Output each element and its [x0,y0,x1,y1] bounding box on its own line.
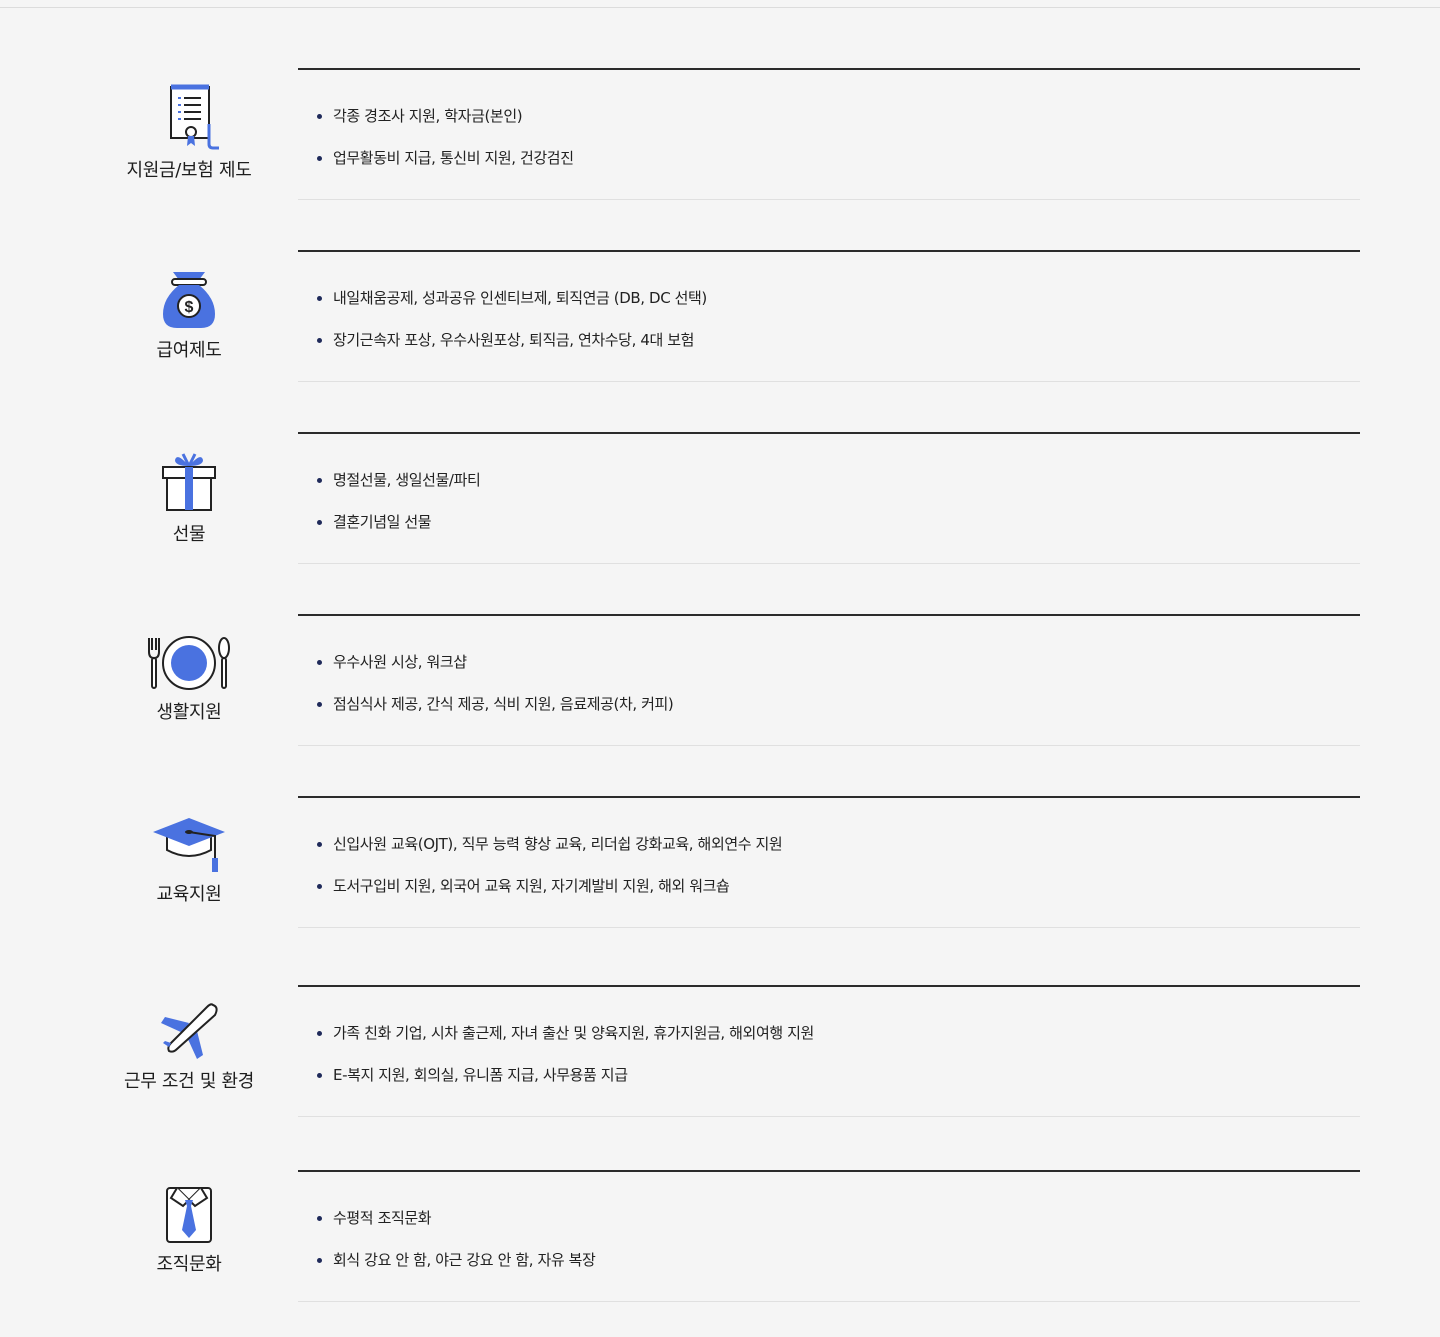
benefit-item: 명절선물, 생일선물/파티 [316,459,481,501]
category-culture: 조직문화 [80,1182,298,1276]
benefit-item: 내일채움공제, 성과공유 인센티브제, 퇴직연금 (DB, DC 선택) [316,277,707,319]
category-education: 교육지원 [80,816,298,906]
airplane-icon [161,1003,218,1059]
benefit-item: 업무활동비 지급, 통신비 지원, 건강검진 [316,137,574,179]
svg-text:$: $ [185,299,194,316]
benefit-item: 가족 친화 기업, 시차 출근제, 자녀 출산 및 양육지원, 휴가지원금, 해… [316,1012,814,1054]
gift-box-icon [162,453,216,511]
benefit-item: 장기근속자 포상, 우수사원포상, 퇴직금, 연차수당, 4대 보험 [316,319,707,361]
benefit-list: 내일채움공제, 성과공유 인센티브제, 퇴직연금 (DB, DC 선택) 장기근… [316,277,707,361]
category-living: 생활지원 [80,634,298,724]
category-title: 교육지원 [156,884,222,905]
shirt-tie-icon [166,1187,212,1243]
benefit-panel: 신입사원 교육(OJT), 직무 능력 향상 교육, 리더쉽 강화교육, 해외연… [298,796,1360,928]
benefit-item: 회식 강요 안 함, 야근 강요 안 함, 자유 복장 [316,1239,596,1281]
graduation-cap-icon [153,818,225,872]
benefit-panel: 명절선물, 생일선물/파티 결혼기념일 선물 [298,432,1360,564]
category-title: 조직문화 [156,1254,222,1275]
category-salary: $ 급여제도 [80,268,298,362]
benefit-list: 신입사원 교육(OJT), 직무 능력 향상 교육, 리더쉽 강화교육, 해외연… [316,823,783,907]
category-title: 지원금/보험 제도 [126,160,252,181]
benefit-list: 수평적 조직문화 회식 강요 안 함, 야근 강요 안 함, 자유 복장 [316,1197,596,1281]
benefit-list: 명절선물, 생일선물/파티 결혼기념일 선물 [316,459,481,543]
benefit-item: 수평적 조직문화 [316,1197,595,1239]
category-gift: 선물 [80,450,298,546]
category-work-environment: 근무 조건 및 환경 [80,1001,298,1093]
benefit-panel: 내일채움공제, 성과공유 인센티브제, 퇴직연금 (DB, DC 선택) 장기근… [298,250,1360,382]
benefit-item: 결혼기념일 선물 [316,501,480,543]
category-subsidy: 지원금/보험 제도 [80,84,298,182]
benefit-item: 우수사원 시상, 워크샵 [316,641,673,683]
benefit-item: 점심식사 제공, 간식 제공, 식비 지원, 음료제공(차, 커피) [316,683,674,725]
benefit-item: 도서구입비 지원, 외국어 교육 지원, 자기계발비 지원, 해외 워크숍 [316,865,782,907]
category-title: 선물 [172,524,206,545]
benefit-list: 우수사원 시상, 워크샵 점심식사 제공, 간식 제공, 식비 지원, 음료제공… [316,641,674,725]
top-divider [0,7,1440,8]
money-bag-icon: $ [163,272,215,328]
benefit-list: 가족 친화 기업, 시차 출근제, 자녀 출산 및 양육지원, 휴가지원금, 해… [316,1012,814,1096]
plate-fork-spoon-icon [148,636,230,690]
benefit-panel: 가족 친화 기업, 시차 출근제, 자녀 출산 및 양육지원, 휴가지원금, 해… [298,985,1360,1117]
certificate-document-icon [170,84,219,150]
category-title: 근무 조건 및 환경 [123,1071,255,1092]
category-title: 급여제도 [156,340,222,361]
category-title: 생활지원 [156,702,222,723]
benefit-panel: 우수사원 시상, 워크샵 점심식사 제공, 간식 제공, 식비 지원, 음료제공… [298,614,1360,746]
benefit-item: 각종 경조사 지원, 학자금(본인) [316,95,574,137]
benefit-item: E-복지 지원, 회의실, 유니폼 지급, 사무용품 지급 [316,1054,814,1096]
benefit-panel: 수평적 조직문화 회식 강요 안 함, 야근 강요 안 함, 자유 복장 [298,1170,1360,1302]
benefit-item: 신입사원 교육(OJT), 직무 능력 향상 교육, 리더쉽 강화교육, 해외연… [316,823,783,865]
benefit-list: 각종 경조사 지원, 학자금(본인) 업무활동비 지급, 통신비 지원, 건강검… [316,95,574,179]
benefit-panel: 각종 경조사 지원, 학자금(본인) 업무활동비 지급, 통신비 지원, 건강검… [298,68,1360,200]
